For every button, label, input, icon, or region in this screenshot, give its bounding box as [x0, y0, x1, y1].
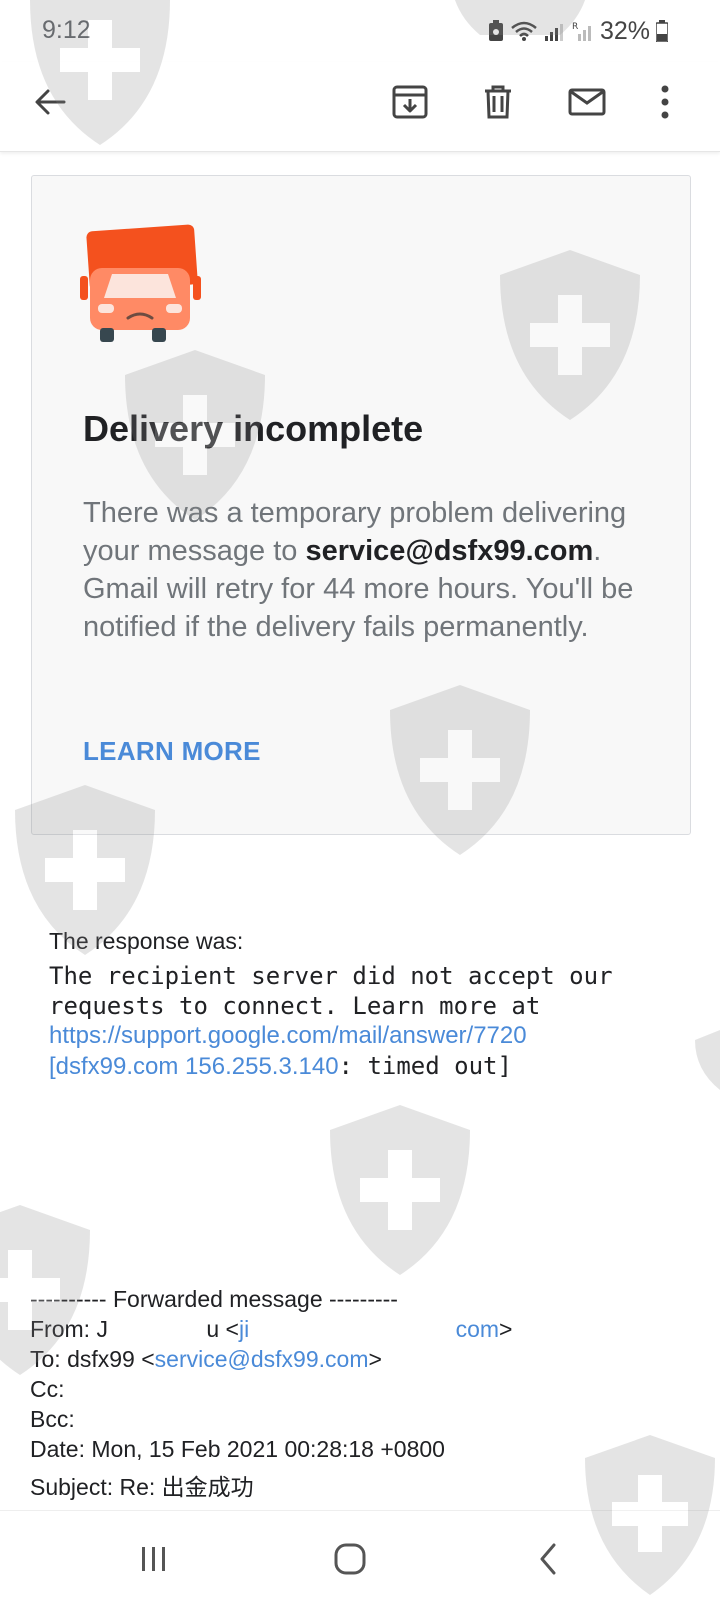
response-line-4: [dsfx99.com 156.255.3.140: timed out]: [49, 1052, 512, 1081]
home-button[interactable]: [320, 1529, 380, 1589]
subject-line: Subject: Re: 出金成功: [30, 1474, 254, 1500]
system-nav-bar: [0, 1510, 720, 1600]
from-line: From: J u <ji com>: [30, 1316, 512, 1343]
truck-icon: [80, 224, 201, 342]
to-line: To: dsfx99 <service@dsfx99.com>: [30, 1346, 382, 1373]
delivery-status-card: Delivery incomplete There was a temporar…: [31, 175, 691, 835]
battery-saver-icon: [488, 20, 503, 41]
watermark-shield-icon: [695, 1030, 720, 1090]
battery-icon: [656, 20, 668, 42]
response-label: The response was:: [49, 928, 244, 954]
recent-apps-icon: [142, 1547, 165, 1571]
signal-icon: [544, 24, 563, 41]
learn-more-link[interactable]: LEARN MORE: [83, 736, 261, 767]
status-icons: R 32%: [488, 16, 668, 46]
card-message: There was a temporary problem delivering…: [83, 494, 643, 646]
nav-back-icon: [540, 1543, 556, 1575]
mail-icon: [568, 88, 606, 116]
status-bar: 9:12 R 32%: [0, 0, 720, 62]
response-line-2: requests to connect. Learn more at: [49, 992, 541, 1020]
message-toolbar: [0, 62, 720, 152]
server-address-link[interactable]: [dsfx99.com 156.255.3.140: [49, 1053, 339, 1080]
svg-text:R: R: [572, 22, 578, 32]
bcc-line: Bcc:: [30, 1406, 75, 1432]
to-email-link[interactable]: service@dsfx99.com: [155, 1346, 369, 1372]
nav-back-button[interactable]: [518, 1529, 578, 1589]
more-options-button[interactable]: [635, 72, 695, 132]
mark-unread-button[interactable]: [557, 72, 617, 132]
watermark-shield-icon: [330, 1105, 470, 1275]
forwarded-header: ---------- Forwarded message ---------: [30, 1286, 398, 1312]
support-link[interactable]: https://support.google.com/mail/answer/7…: [49, 1022, 527, 1050]
roaming-signal-icon: R: [572, 22, 591, 41]
archive-icon: [392, 85, 428, 119]
from-name-end: u <: [206, 1316, 239, 1342]
to-label: To: dsfx99 <: [30, 1346, 155, 1372]
back-arrow-icon: [35, 89, 66, 115]
date-line: Date: Mon, 15 Feb 2021 00:28:18 +0800: [30, 1436, 445, 1462]
trash-icon: [485, 85, 511, 119]
delete-button[interactable]: [468, 72, 528, 132]
back-button[interactable]: [20, 72, 80, 132]
archive-button[interactable]: [380, 72, 440, 132]
from-label: From: J: [30, 1316, 108, 1342]
home-icon: [334, 1543, 366, 1575]
recent-apps-button[interactable]: [124, 1529, 184, 1589]
card-title: Delivery incomplete: [83, 408, 424, 449]
cc-line: Cc:: [30, 1376, 65, 1402]
recipient-email: service@dsfx99.com: [305, 535, 594, 567]
to-close: >: [368, 1346, 382, 1372]
more-vert-icon: [661, 85, 669, 119]
battery-percent: 32%: [599, 16, 650, 45]
timeout-text: : timed out]: [338, 1052, 512, 1080]
from-email-end[interactable]: com: [456, 1316, 499, 1342]
status-time: 9:12: [42, 16, 91, 44]
from-email-start[interactable]: ji: [239, 1316, 249, 1342]
response-line-1: The recipient server did not accept our: [49, 962, 613, 990]
from-close: >: [499, 1316, 513, 1342]
wifi-icon: [511, 21, 537, 41]
